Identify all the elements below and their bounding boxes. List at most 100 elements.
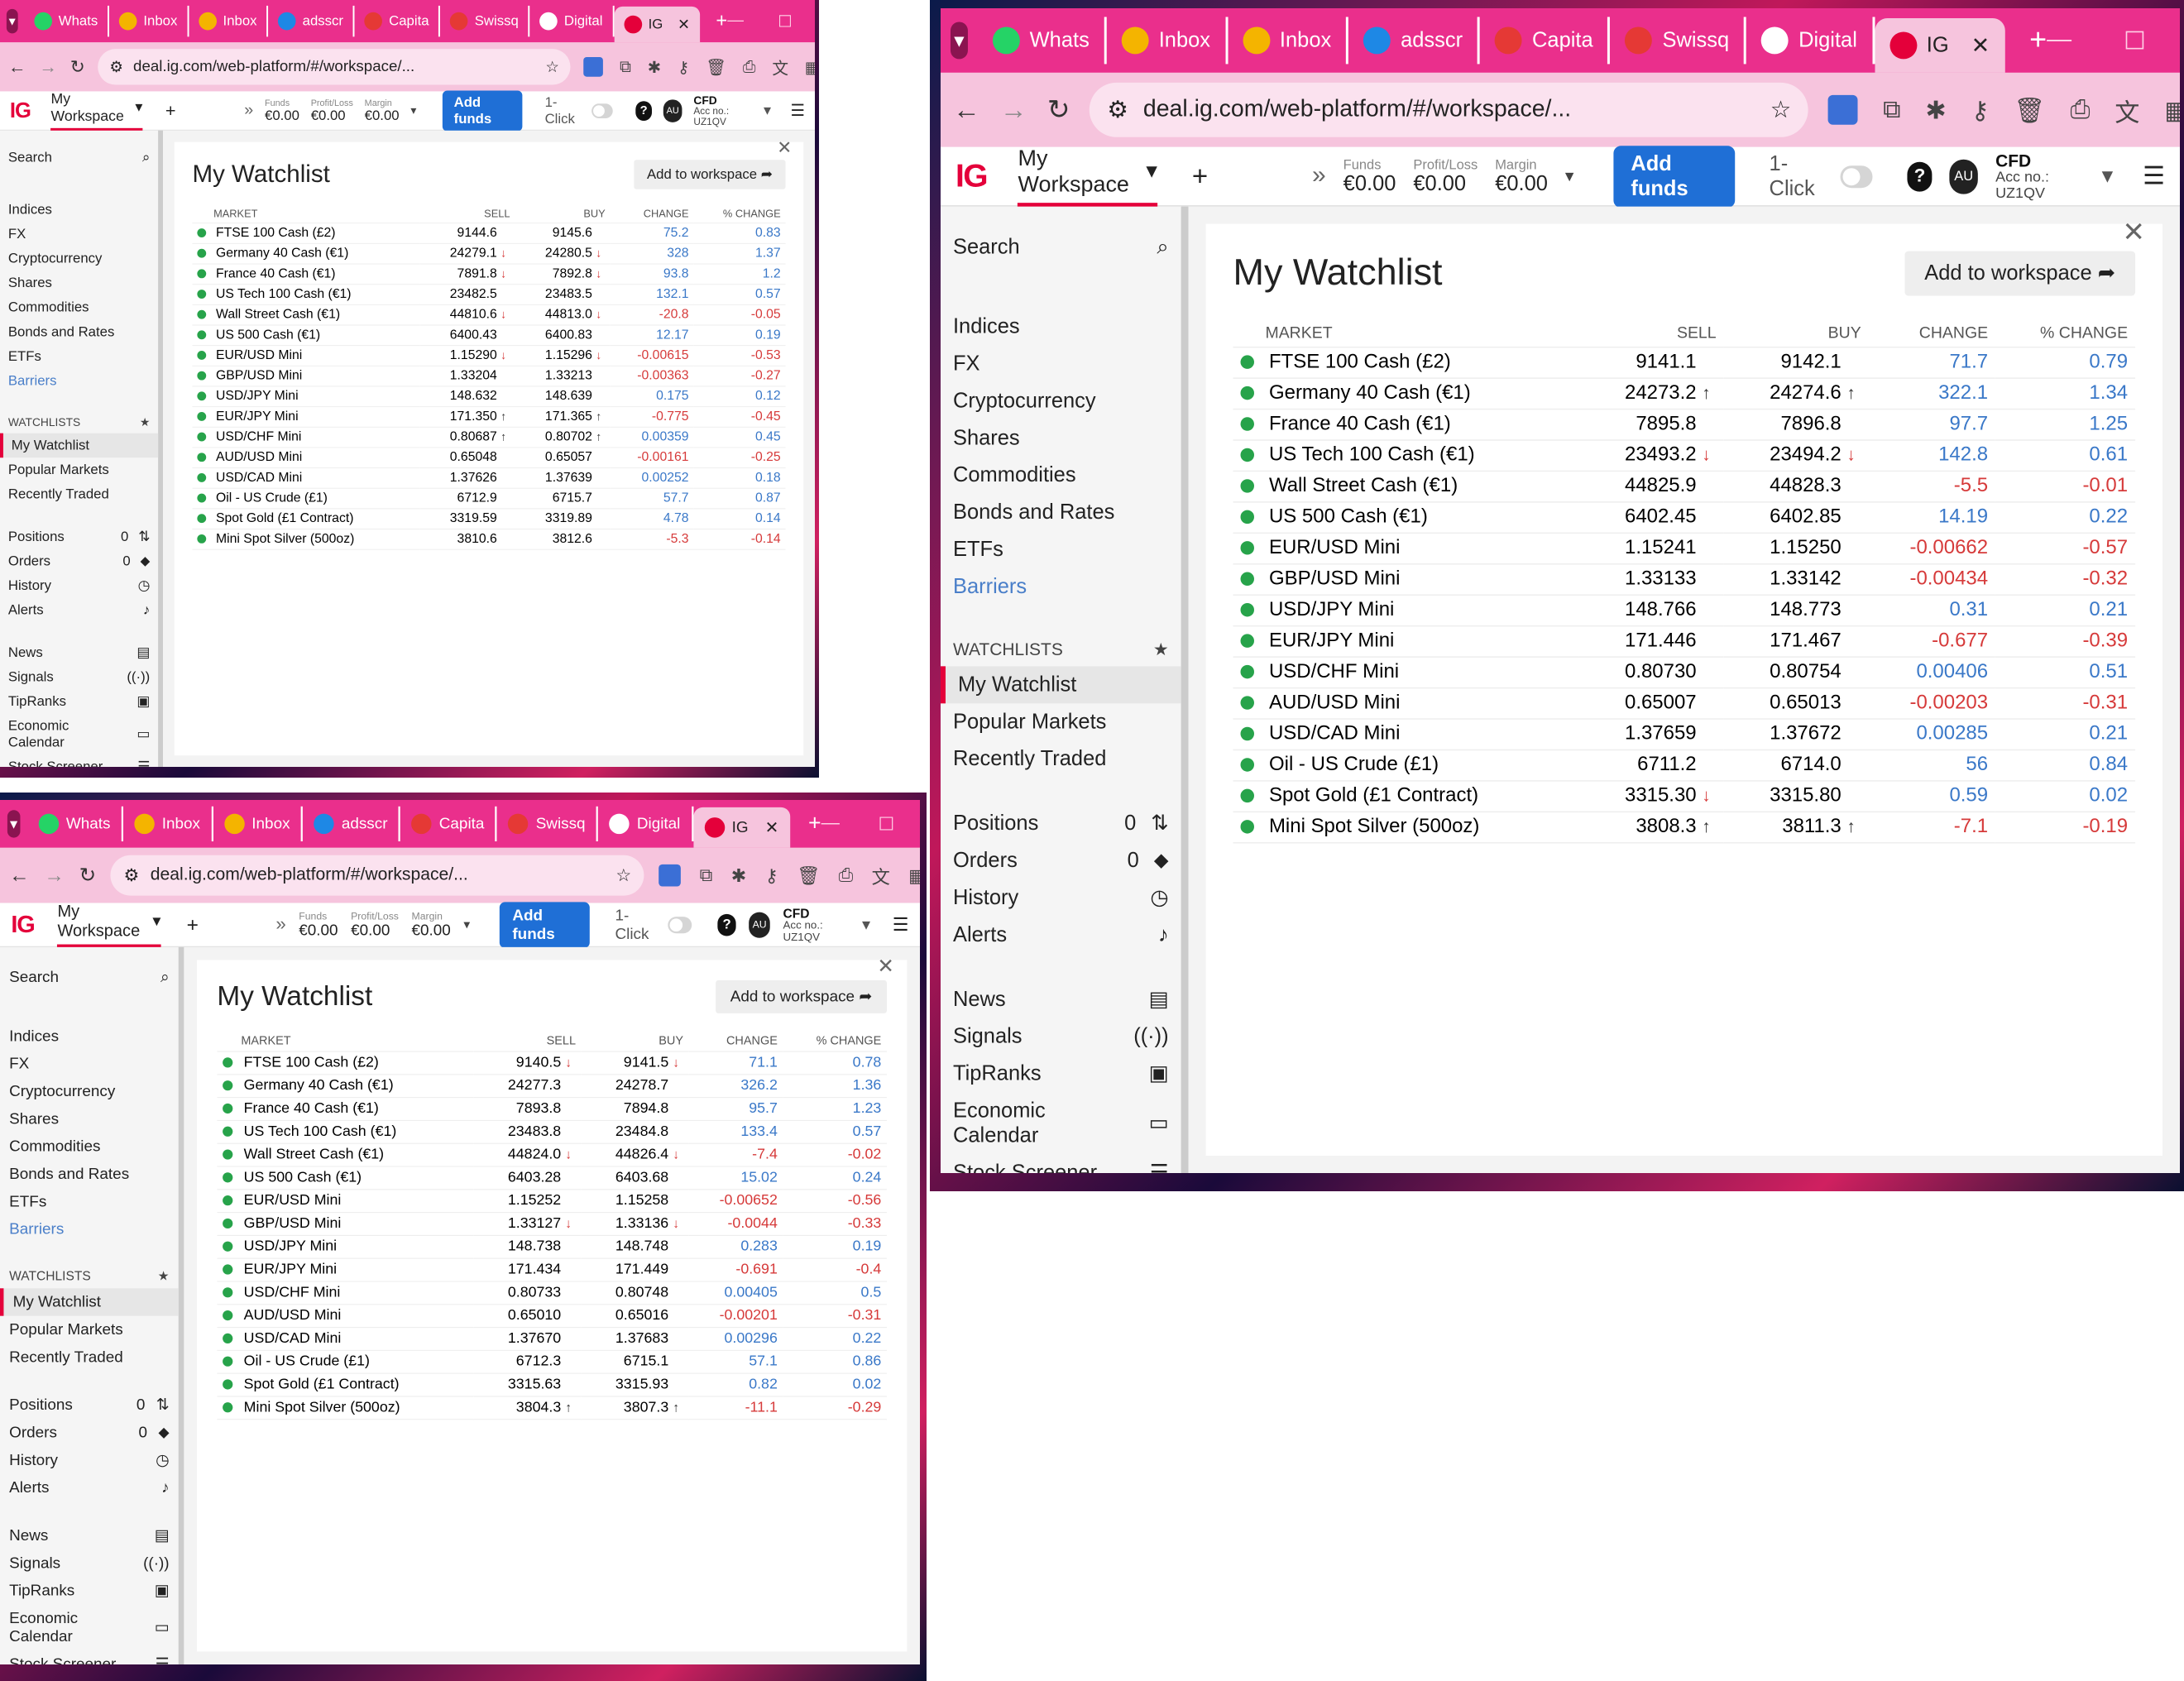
col-change[interactable]: CHANGE bbox=[688, 1029, 783, 1052]
sidebar-item-alerts[interactable]: Alerts ♪ bbox=[953, 917, 1169, 954]
close-tab-icon[interactable]: ✕ bbox=[678, 16, 690, 33]
sidebar-item-orders[interactable]: Orders 0 ⬥ bbox=[9, 1419, 169, 1446]
sidebar-item-recently-traded[interactable]: Recently Traded bbox=[953, 740, 1169, 778]
sidebar-item-market[interactable]: Bonds and Rates bbox=[8, 320, 150, 345]
sell-price[interactable]: 6712.3 bbox=[473, 1350, 582, 1374]
buy-price[interactable]: 6400.83 bbox=[515, 324, 611, 347]
sell-price[interactable]: 1.37626 bbox=[419, 467, 515, 489]
sidebar-item-popular-markets[interactable]: Popular Markets bbox=[9, 1316, 169, 1343]
table-row[interactable]: EUR/USD Mini 1.15252 1.15258 -0.00652 -0.56 bbox=[217, 1189, 887, 1214]
buy-price[interactable]: 6402.85 bbox=[1723, 501, 1869, 534]
table-row[interactable]: France 40 Cash (€1) 7895.8 7896.8 97.7 1.25 bbox=[1233, 409, 2136, 441]
sidebar-item-market[interactable]: Commodities bbox=[953, 457, 1169, 494]
account-avatar[interactable]: AU bbox=[1949, 158, 1979, 194]
buy-price[interactable]: 1.37672 bbox=[1723, 719, 1869, 751]
sidebar-item-economic-calendar[interactable]: Economic Calendar ▭ bbox=[8, 714, 150, 754]
sidebar-item-stock-screener[interactable]: Stock Screener ☰ bbox=[953, 1155, 1169, 1173]
sidebar-item-history[interactable]: History ◷ bbox=[953, 879, 1169, 917]
col-market[interactable]: MARKET bbox=[1233, 318, 1579, 348]
buy-price[interactable]: 148.773 bbox=[1723, 595, 1869, 627]
account-dropdown-icon[interactable]: ▾ bbox=[862, 915, 870, 934]
buy-price[interactable]: 171.467 bbox=[1723, 625, 1869, 658]
table-row[interactable]: USD/JPY Mini 148.632 148.639 0.175 0.12 bbox=[192, 386, 786, 408]
sidebar-item-history[interactable]: History ◷ bbox=[8, 573, 150, 598]
buy-price[interactable]: 171.365 ↑ bbox=[515, 406, 611, 428]
col-pct-change[interactable]: % CHANGE bbox=[693, 204, 786, 224]
password-key-icon[interactable]: ⚷ bbox=[1971, 94, 1990, 125]
minimize-button[interactable]: — bbox=[821, 812, 840, 836]
table-row[interactable]: FTSE 100 Cash (£2) 9140.5 ↓ 9141.5 ↓ 71.1 0.78 bbox=[217, 1051, 887, 1075]
sidebar-item-my-watchlist[interactable]: My Watchlist bbox=[0, 1288, 179, 1316]
forward-icon[interactable]: → bbox=[44, 864, 64, 888]
maximize-button[interactable]: ☐ bbox=[778, 11, 793, 31]
extensions-puzzle-icon[interactable]: ⧉ bbox=[620, 58, 631, 77]
sell-price[interactable]: 9140.5 ↓ bbox=[473, 1051, 582, 1075]
browser-tab[interactable]: Whats bbox=[978, 17, 1107, 65]
browser-tab[interactable]: Digital bbox=[530, 5, 615, 37]
menu-list-icon[interactable]: ☰ bbox=[2143, 160, 2165, 191]
translate-page-icon[interactable]: 文 bbox=[872, 862, 890, 888]
tab-search-dropdown-icon[interactable]: ▼ bbox=[950, 22, 968, 60]
sell-price[interactable]: 171.446 bbox=[1578, 625, 1724, 658]
browser-tab[interactable]: Inbox bbox=[1107, 17, 1228, 65]
sidebar-item-alerts[interactable]: Alerts ♪ bbox=[9, 1474, 169, 1501]
add-funds-button[interactable]: Add funds bbox=[1613, 145, 1735, 208]
sell-price[interactable]: 3810.6 bbox=[419, 529, 515, 550]
buy-price[interactable]: 7892.8 ↓ bbox=[515, 264, 611, 285]
table-row[interactable]: Spot Gold (£1 Contract) 3319.59 3319.89 4.7… bbox=[192, 508, 786, 530]
buy-price[interactable]: 0.65013 bbox=[1723, 687, 1869, 720]
sidebar-item-market[interactable]: ETFs bbox=[953, 531, 1169, 568]
sell-price[interactable]: 23493.2 ↓ bbox=[1578, 440, 1724, 472]
sidebar-item-market[interactable]: Cryptocurrency bbox=[9, 1078, 169, 1105]
sidebar-item-barriers[interactable]: Barriers bbox=[8, 369, 150, 394]
bookmark-star-icon[interactable]: ☆ bbox=[1770, 96, 1792, 124]
buy-price[interactable]: 1.33142 bbox=[1723, 563, 1869, 596]
table-row[interactable]: Wall Street Cash (€1) 44825.9 44828.3 -5.5-… bbox=[1233, 471, 2136, 503]
margin-caret-icon[interactable]: ▾ bbox=[1565, 165, 1574, 186]
col-buy[interactable]: BUY bbox=[515, 204, 611, 224]
account-dropdown-icon[interactable]: ▾ bbox=[764, 102, 771, 119]
close-tab-icon[interactable]: ✕ bbox=[765, 818, 779, 837]
browser-tab[interactable]: IG ✕ bbox=[1874, 17, 2005, 73]
buy-price[interactable]: 7894.8 bbox=[581, 1097, 689, 1121]
table-row[interactable]: GBP/USD Mini 1.33133 1.33142 -0.00434 -0.32 bbox=[1233, 563, 2136, 596]
sell-price[interactable]: 44824.0 ↓ bbox=[473, 1143, 582, 1167]
buy-price[interactable]: 0.80702 ↑ bbox=[515, 427, 611, 448]
table-row[interactable]: Wall Street Cash (€1) 44824.0 ↓ 44826.4 ↓ -7.… bbox=[217, 1143, 887, 1167]
sidebar-item-alerts[interactable]: Alerts ♪ bbox=[8, 598, 150, 623]
table-row[interactable]: EUR/USD Mini 1.15241 1.15250 -0.00662 -0.57 bbox=[1233, 533, 2136, 565]
sidebar-item-market[interactable]: Cryptocurrency bbox=[8, 247, 150, 271]
reload-icon[interactable]: ↻ bbox=[79, 864, 97, 888]
sell-price[interactable]: 0.80730 bbox=[1578, 657, 1724, 689]
table-row[interactable]: FTSE 100 Cash (£2) 9141.1 9142.1 71.7 0.79 bbox=[1233, 347, 2136, 379]
sell-price[interactable]: 24277.3 bbox=[473, 1074, 582, 1099]
sell-price[interactable]: 1.33133 bbox=[1578, 563, 1724, 596]
buy-price[interactable]: 9141.5 ↓ bbox=[581, 1051, 689, 1075]
margin-display[interactable]: Margin €0.00 bbox=[365, 98, 400, 122]
tab-search-dropdown-icon[interactable]: ▼ bbox=[7, 810, 21, 838]
margin-display[interactable]: Margin €0.00 bbox=[1495, 158, 1548, 194]
sidebar-item-market[interactable]: FX bbox=[8, 222, 150, 247]
sidebar-item-news[interactable]: News ▤ bbox=[9, 1522, 169, 1549]
add-to-workspace-button[interactable]: Add to workspace ➦ bbox=[715, 979, 887, 1013]
sell-price[interactable]: 6403.28 bbox=[473, 1166, 582, 1190]
buy-price[interactable]: 23494.2 ↓ bbox=[1723, 440, 1869, 472]
browser-tab[interactable]: Inbox bbox=[189, 5, 269, 37]
table-row[interactable]: USD/CAD Mini 1.37626 1.37639 0.00252 0.18 bbox=[192, 467, 786, 489]
table-row[interactable]: USD/JPY Mini 148.766 148.773 0.31 0.21 bbox=[1233, 595, 2136, 627]
margin-display[interactable]: Margin €0.00 bbox=[411, 912, 450, 938]
add-funds-button[interactable]: Add funds bbox=[499, 901, 590, 948]
sidebar-search[interactable]: Search ⌕ bbox=[953, 229, 1169, 266]
account-info[interactable]: CFD Acc no.: UZ1QV bbox=[693, 94, 752, 127]
url-field[interactable]: ⚙ deal.ig.com/web-platform/#/workspace/.… bbox=[98, 49, 571, 85]
table-row[interactable]: Spot Gold (£1 Contract) 3315.63 3315.93 0.8… bbox=[217, 1373, 887, 1397]
sell-price[interactable]: 171.350 ↑ bbox=[419, 406, 515, 428]
table-row[interactable]: Oil - US Crude (£1) 6712.9 6715.7 57.7 0.87 bbox=[192, 488, 786, 510]
sell-price[interactable]: 3315.63 bbox=[473, 1373, 582, 1397]
sell-price[interactable]: 0.80687 ↑ bbox=[419, 427, 515, 448]
browser-tab[interactable]: IG ✕ bbox=[692, 807, 790, 848]
sidebar-item-market[interactable]: Shares bbox=[8, 271, 150, 295]
col-pct-change[interactable]: % CHANGE bbox=[1995, 318, 2136, 348]
sidebar-item-signals[interactable]: Signals ((·)) bbox=[9, 1549, 169, 1577]
buy-price[interactable]: 3807.3 ↑ bbox=[581, 1396, 689, 1420]
